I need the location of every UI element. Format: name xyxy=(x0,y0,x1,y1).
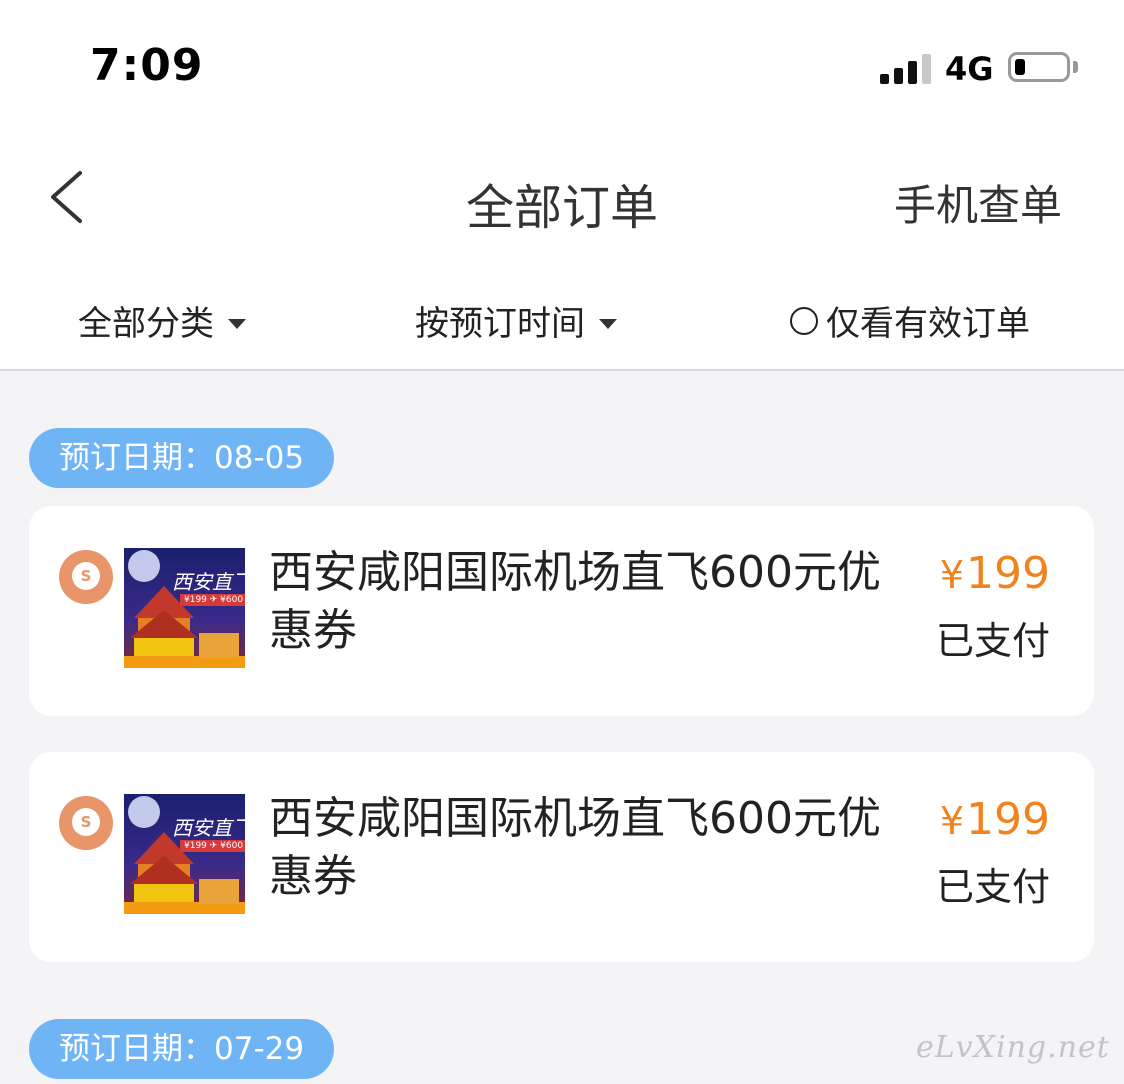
thumb-tag: ¥199 ✈ ¥600 xyxy=(180,594,245,606)
coupon-badge-icon: S xyxy=(59,796,113,850)
currency-symbol: ¥ xyxy=(939,553,965,597)
order-status: 已支付 xyxy=(935,865,1050,909)
order-card[interactable]: S 西安直飞 ¥199 ✈ ¥600 西安咸阳国际机场直飞600元优惠券 ¥19… xyxy=(29,506,1094,716)
price-value: 199 xyxy=(966,794,1050,845)
network-type: 4G xyxy=(945,50,994,88)
battery-icon xyxy=(1008,52,1070,82)
product-thumbnail: 西安直飞 ¥199 ✈ ¥600 xyxy=(124,794,245,914)
category-filter[interactable]: 全部分类 xyxy=(78,296,246,345)
product-name: 西安咸阳国际机场直飞600元优惠券 xyxy=(269,793,881,902)
watermark: eLvXing.net xyxy=(916,1030,1110,1065)
order-price: ¥199 xyxy=(940,794,1050,845)
valid-only-toggle[interactable]: 仅看有效订单 xyxy=(790,296,1030,345)
coupon-badge-icon: S xyxy=(59,550,113,604)
order-status: 已支付 xyxy=(935,619,1050,663)
caret-down-icon xyxy=(599,318,617,329)
product-name: 西安咸阳国际机场直飞600元优惠券 xyxy=(269,547,881,656)
category-filter-label: 全部分类 xyxy=(78,304,214,344)
sort-filter[interactable]: 按预订时间 xyxy=(415,296,617,345)
status-time: 7:09 xyxy=(90,40,204,91)
battery-level xyxy=(1015,59,1025,75)
divider xyxy=(0,369,1124,371)
currency-symbol: ¥ xyxy=(939,799,965,843)
sort-filter-label: 按预订时间 xyxy=(415,304,585,344)
product-thumbnail: 西安直飞 ¥199 ✈ ¥600 xyxy=(124,548,245,668)
valid-only-label: 仅看有效订单 xyxy=(826,304,1030,344)
radio-unchecked-icon xyxy=(790,306,818,335)
date-group-label: 预订日期：08-05 xyxy=(29,428,335,488)
thumb-caption: 西安直飞 xyxy=(172,816,245,840)
date-group-label: 预订日期：07-29 xyxy=(29,1019,335,1079)
order-card[interactable]: S 西安直飞 ¥199 ✈ ¥600 西安咸阳国际机场直飞600元优惠券 ¥19… xyxy=(29,752,1094,962)
order-price: ¥199 xyxy=(940,548,1050,599)
signal-icon xyxy=(880,52,932,84)
thumb-caption: 西安直飞 xyxy=(172,570,245,594)
thumb-tag: ¥199 ✈ ¥600 xyxy=(180,840,245,852)
battery-tip xyxy=(1073,61,1078,73)
price-value: 199 xyxy=(966,548,1050,599)
caret-down-icon xyxy=(228,318,246,329)
phone-lookup-button[interactable]: 手机查单 xyxy=(894,172,1062,233)
